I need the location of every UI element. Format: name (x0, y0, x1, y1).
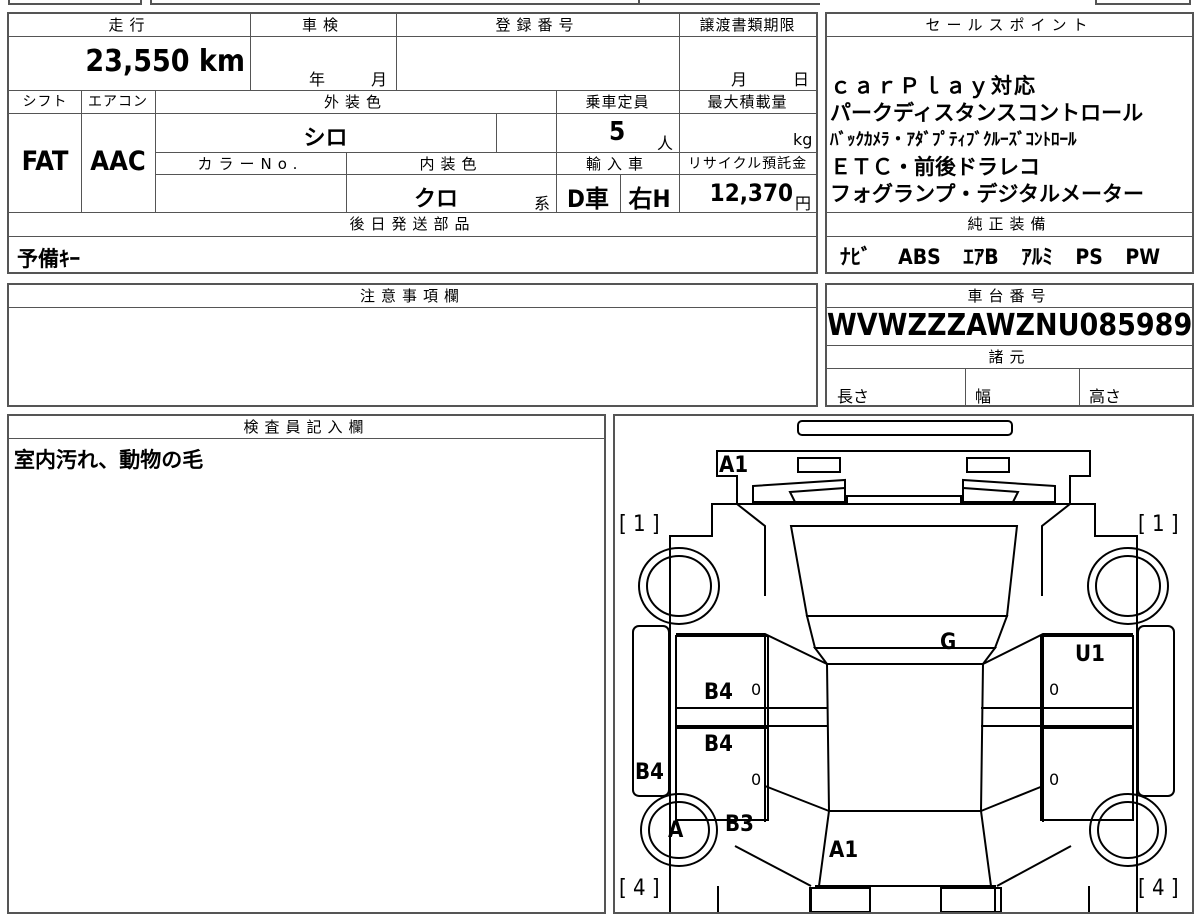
damage-u1: U1 (1075, 642, 1105, 667)
header-capacity: 乗車定員 (585, 93, 650, 111)
header-import: 輸入車 (585, 155, 649, 173)
sales-point-2: パークディスタンスコントロール (830, 101, 1144, 125)
interior-color-value: クロ (413, 187, 458, 212)
header-sales-points: セールスポイント (925, 16, 1094, 34)
header-standard-equipment: 純正装備 (967, 215, 1052, 233)
header-notes: 注意事項欄 (359, 287, 465, 305)
header-shift: シフト (22, 94, 68, 110)
equipment-abs: ABS (898, 245, 941, 269)
damage-b4-rear-door: B4 (704, 732, 733, 757)
notes-box: 注意事項欄 (7, 283, 818, 407)
handle-mark-4: 0 (1049, 770, 1060, 789)
top-strip (0, 0, 1200, 6)
header-inspection: 車検 (301, 16, 344, 34)
damage-a1-front: A1 (719, 453, 749, 478)
damage-g-windshield: G (940, 630, 957, 655)
inspection-year: 年 (309, 70, 326, 89)
later-parts-value: 予備ｷｰ (17, 247, 80, 271)
header-mileage: 走行 (108, 16, 151, 34)
header-recycle: リサイクル預託金 (687, 156, 808, 172)
handle-side: 右H (628, 185, 671, 213)
header-color-no: カラーNo. (197, 155, 304, 173)
chassis-number: WVWZZZAWZNU085989 (827, 308, 1193, 343)
header-interior-color: 内装色 (419, 155, 483, 173)
label-corner-front-right: [ 1 ] (1138, 512, 1179, 537)
spec-width: 幅 (975, 387, 992, 406)
header-aircon: エアコン (88, 94, 148, 110)
import-type: D車 (567, 185, 609, 213)
label-corner-front-left: [ 1 ] (619, 512, 660, 537)
header-specs: 諸元 (988, 348, 1031, 366)
capacity-unit: 人 (657, 134, 674, 153)
sales-point-4: ＥＴＣ・前後ドラレコ (830, 155, 1040, 179)
label-corner-rear-left: [ 4 ] (619, 876, 660, 901)
label-corner-rear-right: [ 4 ] (1138, 876, 1179, 901)
car-diagram (632, 420, 1175, 912)
sales-point-1: ｃａｒＰｌａｙ対応 (830, 74, 1037, 98)
spec-height: 高さ (1089, 387, 1122, 406)
equipment-pw: PW (1125, 245, 1161, 269)
damage-a-wheel: A (668, 818, 684, 843)
handle-mark-2: 0 (1049, 680, 1060, 699)
damage-b3: B3 (725, 812, 754, 837)
aircon-value: AAC (90, 146, 146, 177)
deadline-month: 月 (731, 70, 748, 89)
shift-value: FAT (21, 146, 69, 177)
recycle-unit: 円 (795, 194, 812, 213)
header-max-load: 最大積載量 (707, 93, 788, 111)
exterior-color-value: シロ (303, 126, 348, 151)
capacity-value: 5 (609, 117, 626, 147)
car-diagram-box: [ 1 ] [ 1 ] [ 4 ] [ 4 ] A1 G U1 B4 B4 B4… (613, 414, 1194, 914)
equipment-list: ﾅﾋﾞ ABS ｴｱB ｱﾙﾐ PS PW (840, 241, 1160, 271)
equipment-alloy: ｱﾙﾐ (1021, 245, 1053, 269)
handle-mark-1: 0 (751, 680, 762, 699)
header-exterior-color: 外装色 (323, 93, 387, 111)
equipment-airbag: ｴｱB (963, 245, 999, 269)
header-transfer-deadline: 譲渡書類期限 (699, 16, 796, 34)
inspector-box: 検査員記入欄 室内汚れ、動物の毛 (7, 414, 606, 914)
mileage-value: 23,550 km (85, 44, 245, 79)
header-later-parts: 後日発送部品 (349, 215, 476, 233)
header-inspector: 検査員記入欄 (243, 418, 370, 436)
load-unit: kg (793, 130, 813, 149)
equipment-ps: PS (1075, 245, 1103, 269)
recycle-fee: 12,370 (709, 179, 793, 207)
chassis-box: 車台番号 WVWZZZAWZNU085989 諸元 長さ 幅 高さ (825, 283, 1194, 407)
inspector-note: 室内汚れ、動物の毛 (14, 448, 204, 472)
deadline-day: 日 (793, 70, 810, 89)
sales-point-5: フォグランプ・デジタルメーター (830, 182, 1144, 206)
interior-suffix: 系 (534, 194, 551, 213)
damage-b4-side: B4 (635, 760, 664, 785)
vehicle-info-table: 走行 車検 登録番号 譲渡書類期限 23,550 km 年 月 月 日 シフト … (7, 12, 818, 274)
damage-b4-front-door: B4 (704, 680, 733, 705)
spec-length: 長さ (837, 387, 870, 406)
equipment-navi: ﾅﾋﾞ (840, 245, 872, 269)
damage-a1-rear: A1 (829, 838, 859, 863)
inspection-month: 月 (371, 70, 388, 89)
header-registration: 登録番号 (495, 16, 580, 34)
header-chassis: 車台番号 (967, 287, 1052, 305)
sales-point-3: ﾊﾞｯｸｶﾒﾗ・ｱﾀﾞﾌﾟﾃｨﾌﾞｸﾙｰｽﾞｺﾝﾄﾛｰﾙ (830, 130, 1077, 150)
handle-mark-3: 0 (751, 770, 762, 789)
